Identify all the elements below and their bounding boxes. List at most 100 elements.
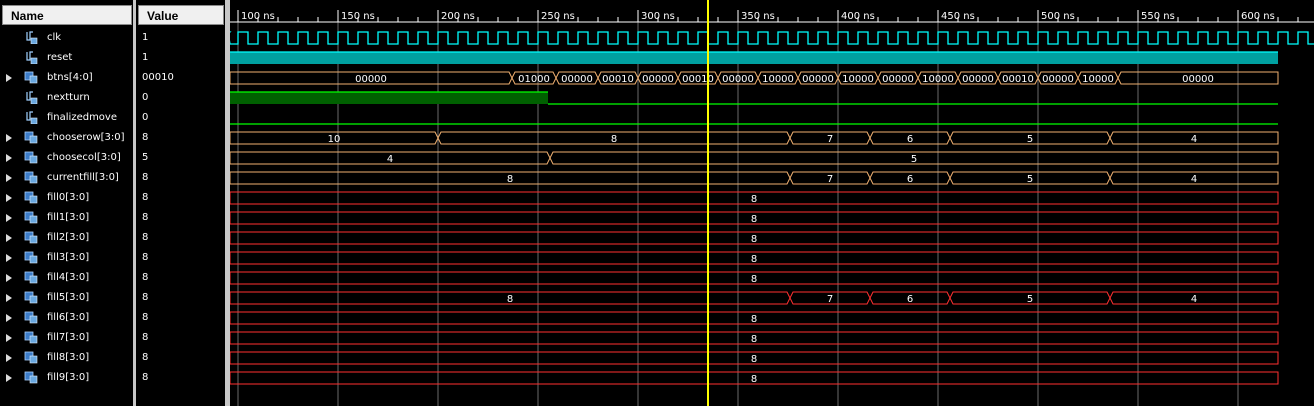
signal-row[interactable]: clk (0, 28, 133, 48)
expand-arrow-icon[interactable] (6, 234, 12, 242)
signal-value: 8 (142, 172, 149, 183)
signal-row[interactable]: nextturn (0, 88, 133, 108)
signal-row[interactable]: fill3[3:0] (0, 248, 133, 268)
signal-row[interactable]: btns[4:0] (0, 68, 133, 88)
signal-name: reset (47, 52, 73, 63)
fill5-bus-value: 7 (827, 294, 833, 305)
name-column-header[interactable]: Name (2, 5, 132, 25)
chooserow-bus-value: 5 (1027, 134, 1033, 145)
signal-value: 8 (142, 212, 149, 223)
expand-arrow-icon[interactable] (6, 74, 12, 82)
value-column-header[interactable]: Value (138, 5, 224, 25)
value-row[interactable]: 00010 (136, 68, 225, 88)
reset-high-segment[interactable] (230, 52, 438, 64)
waveform-canvas[interactable]: 100 ns 150 ns 200 ns 250 ns 300 ns 350 ns 400 … (230, 0, 1314, 406)
expand-arrow-icon[interactable] (6, 354, 12, 362)
fill1-bus-value: 8 (751, 214, 757, 225)
signal-row[interactable]: fill1[3:0] (0, 208, 133, 228)
bus-signal-icon (24, 151, 38, 164)
expand-arrow-icon[interactable] (6, 374, 12, 382)
expand-arrow-icon[interactable] (6, 314, 12, 322)
value-row[interactable]: 8 (136, 208, 225, 228)
signal-row[interactable]: fill0[3:0] (0, 188, 133, 208)
value-row[interactable]: 8 (136, 328, 225, 348)
value-row[interactable]: 0 (136, 108, 225, 128)
signal-row[interactable]: fill6[3:0] (0, 308, 133, 328)
value-row[interactable]: 8 (136, 248, 225, 268)
signal-row[interactable]: fill9[3:0] (0, 368, 133, 388)
value-row[interactable]: 8 (136, 188, 225, 208)
value-row[interactable]: 8 (136, 368, 225, 388)
fill2-bus-value: 8 (751, 234, 757, 245)
reset-high-segment[interactable] (438, 52, 1278, 64)
value-row[interactable]: 1 (136, 48, 225, 68)
value-row[interactable]: 1 (136, 28, 225, 48)
value-row[interactable]: 8 (136, 168, 225, 188)
currentfill-bus-value: 6 (907, 174, 913, 185)
fill0-bus-value: 8 (751, 194, 757, 205)
clk-waveform[interactable] (230, 31, 1314, 45)
value-row[interactable]: 8 (136, 348, 225, 368)
btns-bus-value: 10000 (762, 74, 794, 85)
waveform-pane[interactable]: 100 ns 150 ns 200 ns 250 ns 300 ns 350 ns 400 … (230, 0, 1314, 406)
signal-row[interactable]: fill4[3:0] (0, 268, 133, 288)
value-row[interactable]: 0 (136, 88, 225, 108)
expand-arrow-icon[interactable] (6, 334, 12, 342)
signal-name: fill2[3:0] (47, 232, 90, 243)
signal-row[interactable]: fill5[3:0] (0, 288, 133, 308)
signal-value: 8 (142, 372, 149, 383)
bus-signal-icon (24, 311, 38, 324)
value-row[interactable]: 8 (136, 308, 225, 328)
signal-row[interactable]: reset (0, 48, 133, 68)
bus-signal-icon (24, 131, 38, 144)
fill8-bus-value: 8 (751, 354, 757, 365)
signal-value: 8 (142, 252, 149, 263)
signal-row[interactable]: currentfill[3:0] (0, 168, 133, 188)
btns-bus-value: 10000 (842, 74, 874, 85)
signal-row[interactable]: fill7[3:0] (0, 328, 133, 348)
value-row[interactable]: 8 (136, 268, 225, 288)
signal-row[interactable]: chooserow[3:0] (0, 128, 133, 148)
fill5-bus-value: 6 (907, 294, 913, 305)
signal-name: fill4[3:0] (47, 272, 90, 283)
signal-row[interactable]: choosecol[3:0] (0, 148, 133, 168)
expand-arrow-icon[interactable] (6, 174, 12, 182)
nextturn-high-segment[interactable] (230, 92, 548, 104)
signal-value: 0 (142, 92, 149, 103)
bus-signal-icon (24, 71, 38, 84)
value-row[interactable]: 5 (136, 148, 225, 168)
btns-bus-value: 00000 (802, 74, 834, 85)
value-row[interactable]: 8 (136, 128, 225, 148)
signal-row[interactable]: fill2[3:0] (0, 228, 133, 248)
signal-name: finalizedmove (47, 112, 117, 123)
signal-row[interactable]: finalizedmove (0, 108, 133, 128)
value-row[interactable]: 8 (136, 288, 225, 308)
btns-bus-value: 00000 (962, 74, 994, 85)
expand-arrow-icon[interactable] (6, 134, 12, 142)
signal-row[interactable]: fill8[3:0] (0, 348, 133, 368)
btns-bus-value: 01000 (518, 74, 550, 85)
expand-arrow-icon[interactable] (6, 214, 12, 222)
bus-signal-icon (24, 351, 38, 364)
expand-arrow-icon[interactable] (6, 294, 12, 302)
value-row[interactable]: 8 (136, 228, 225, 248)
signal-value: 8 (142, 272, 149, 283)
btns-bus-value: 00000 (1042, 74, 1074, 85)
signal-value: 8 (142, 312, 149, 323)
bit-signal-icon (25, 91, 38, 105)
bus-signal-icon (24, 191, 38, 204)
value-column: Value 1 1 00010 0 0 8 5 8 8 8 8 8 8 8 8 8 8 8 (136, 0, 225, 406)
signal-value: 8 (142, 352, 149, 363)
signal-value: 0 (142, 112, 149, 123)
expand-arrow-icon[interactable] (6, 194, 12, 202)
currentfill-bus-value: 5 (1027, 174, 1033, 185)
expand-arrow-icon[interactable] (6, 274, 12, 282)
expand-arrow-icon[interactable] (6, 154, 12, 162)
currentfill-bus-value: 4 (1191, 174, 1197, 185)
currentfill-bus-value: 7 (827, 174, 833, 185)
bit-signal-icon (25, 111, 38, 125)
signal-name: nextturn (47, 92, 90, 103)
expand-arrow-icon[interactable] (6, 254, 12, 262)
bus-signal-icon (24, 331, 38, 344)
bus-signal-icon (24, 251, 38, 264)
